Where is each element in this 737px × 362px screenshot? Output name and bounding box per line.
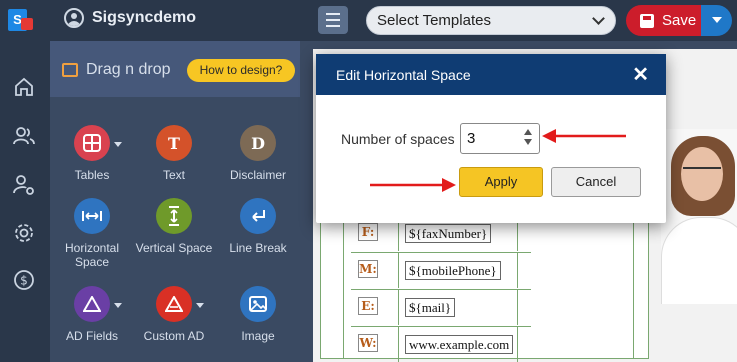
users-icon[interactable] [13,125,35,147]
panel-header: Drag n drop How to design? [50,41,300,97]
fax-placeholder: ${faxNumber} [405,224,492,243]
row-label: E: [358,297,378,315]
tool-ad-fields[interactable]: AD Fields [50,286,134,343]
cancel-button[interactable]: Cancel [551,167,641,197]
dialog-header: Edit Horizontal Space ✕ [316,54,666,95]
floppy-disk-icon [640,13,654,28]
row-label: F: [358,223,378,241]
panel-title: Drag n drop [86,61,171,78]
number-of-spaces-label: Number of spaces [341,131,455,147]
template-select[interactable]: Select Templates [366,6,616,35]
org-name: Sigsyncdemo [92,9,197,26]
horizontal-space-icon [74,198,110,234]
gear-icon[interactable] [13,222,35,244]
chevron-down-icon [114,303,122,308]
line-break-icon [240,198,276,234]
stepper-up-icon[interactable] [524,129,532,135]
drag-drop-icon [62,63,78,77]
template-select-value: Select Templates [377,12,491,29]
disclaimer-icon: D [240,125,276,161]
apply-button[interactable]: Apply [459,167,543,197]
tool-custom-ad[interactable]: Custom AD [132,286,216,343]
stepper-down-icon[interactable] [524,139,532,145]
menu-toggle-button[interactable] [318,6,348,34]
tool-vertical-space[interactable]: Vertical Space [132,198,216,255]
top-bar: S Sigsyncdemo Select Templates Save [0,0,737,41]
how-to-design-button[interactable]: How to design? [187,59,295,82]
number-of-spaces-value: 3 [467,130,476,147]
chevron-down-icon [196,303,204,308]
tool-tables[interactable]: Tables [50,125,134,182]
signature-row[interactable]: W: www.example.com [351,326,531,362]
tool-image[interactable]: Image [216,286,300,343]
save-button[interactable]: Save [626,5,701,36]
home-icon[interactable] [13,76,35,98]
mobile-placeholder: ${mobilePhone} [405,261,501,280]
annotation-arrow [542,129,626,143]
number-of-spaces-input[interactable]: 3 [460,123,540,154]
annotation-arrow [370,178,456,192]
org-profile[interactable]: Sigsyncdemo [64,8,196,28]
user-circle-icon [64,8,84,28]
save-options-dropdown[interactable] [701,5,732,36]
elements-panel: Drag n drop How to design? Tables T Text… [50,41,300,362]
ad-fields-icon [74,286,110,322]
profile-photo[interactable] [661,129,737,304]
tool-text[interactable]: T Text [132,125,216,182]
signature-row[interactable]: M: ${mobilePhone} [351,252,531,288]
tool-horizontal-space[interactable]: Horizontal Space [50,198,134,269]
app-logo[interactable]: S [8,9,34,33]
svg-text:$: $ [20,274,28,288]
save-label: Save [662,12,697,29]
text-icon: T [156,125,192,161]
table-icon [74,125,110,161]
website-placeholder: www.example.com [405,335,514,354]
dollar-icon[interactable]: $ [13,269,35,291]
mail-placeholder: ${mail} [405,298,456,317]
tool-line-break[interactable]: Line Break [216,198,300,255]
vertical-space-icon [156,198,192,234]
chevron-down-icon [592,12,605,25]
row-label: M: [358,260,378,278]
left-rail: $ [0,41,50,362]
user-settings-icon[interactable] [13,174,35,196]
custom-ad-icon [156,286,192,322]
image-icon [240,286,276,322]
row-label: W: [358,334,378,352]
close-icon[interactable]: ✕ [632,62,649,87]
number-stepper[interactable] [524,129,532,145]
tool-disclaimer[interactable]: D Disclaimer [216,125,300,182]
signature-row[interactable]: E: ${mail} [351,289,531,325]
chevron-down-icon [114,142,122,147]
dialog-title: Edit Horizontal Space [336,67,471,83]
